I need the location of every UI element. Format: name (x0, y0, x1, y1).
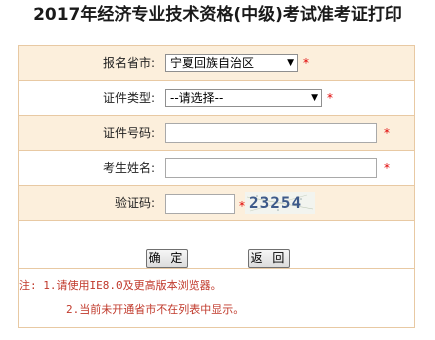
name-input[interactable] (165, 158, 377, 178)
chevron-down-icon: ▼ (287, 58, 294, 68)
required-star: * (327, 91, 333, 105)
province-selected-value: 宁夏回族自治区 (170, 56, 255, 70)
id-number-label: 证件号码: (102, 126, 155, 140)
required-star: * (384, 161, 390, 175)
id-type-selected-value: --请选择-- (170, 91, 224, 105)
confirm-button[interactable]: 确 定 (146, 249, 188, 268)
button-row: 确 定 返 回 (19, 221, 414, 269)
note-line-1: 注: 1.请使用IE8.0及更高版本浏览器。 (19, 279, 222, 292)
captcha-label: 验证码: (114, 196, 155, 210)
required-star: * (303, 56, 309, 70)
id-type-select[interactable]: --请选择-- ▼ (165, 89, 322, 107)
name-label: 考生姓名: (102, 161, 155, 175)
required-star: * (384, 126, 390, 140)
name-row: 考生姓名: * (19, 151, 414, 186)
back-button[interactable]: 返 回 (248, 249, 290, 268)
captcha-row: 验证码: * 23254 (19, 186, 414, 221)
province-select[interactable]: 宁夏回族自治区 ▼ (165, 54, 298, 72)
province-row: 报名省市: 宁夏回族自治区 ▼ * (19, 46, 414, 81)
id-type-row: 证件类型: --请选择-- ▼ * (19, 81, 414, 116)
province-label: 报名省市: (102, 56, 155, 70)
page-title: 2017年经济专业技术资格(中级)考试准考证打印 (33, 5, 402, 25)
chevron-down-icon: ▼ (311, 93, 318, 103)
captcha-code: 23254 (249, 193, 303, 212)
captcha-image[interactable]: 23254 (245, 192, 315, 214)
note-line-2: 2.当前未开通省市不在列表中显示。 (66, 303, 245, 316)
id-type-label: 证件类型: (102, 91, 155, 105)
admission-ticket-form: 报名省市: 宁夏回族自治区 ▼ * 证件类型: --请选择-- ▼ * 证件号码… (18, 45, 415, 328)
captcha-input[interactable] (165, 194, 235, 214)
id-number-row: 证件号码: * (19, 116, 414, 151)
id-number-input[interactable] (165, 123, 377, 143)
